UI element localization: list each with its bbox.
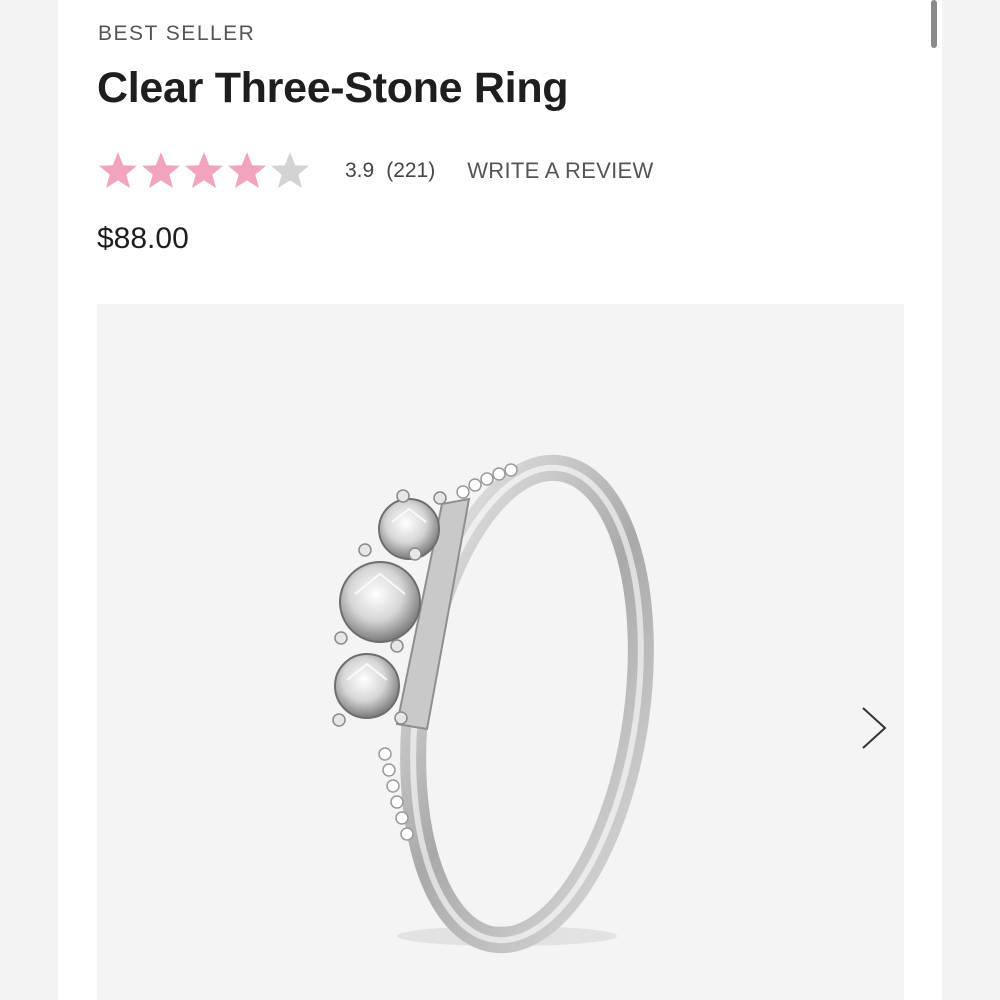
product-image	[332, 454, 654, 954]
star-filled-icon	[185, 152, 223, 188]
star-rating	[97, 150, 311, 192]
product-title: Clear Three-Stone Ring	[97, 64, 569, 112]
rating-value: 3.9	[345, 159, 375, 182]
scrollbar[interactable]	[931, 0, 937, 48]
product-price: $88.00	[97, 222, 189, 255]
star-filled-icon	[228, 152, 266, 188]
star-empty-icon	[271, 152, 309, 188]
star-filled-icon	[142, 152, 180, 188]
review-count: (221)	[386, 159, 436, 182]
chevron-right-icon[interactable]	[853, 704, 893, 752]
product-image-gallery[interactable]	[97, 304, 904, 1000]
rating-row: 3.9 (221) WRITE A REVIEW	[97, 148, 654, 194]
write-review-link[interactable]: WRITE A REVIEW	[467, 158, 653, 184]
best-seller-badge: BEST SELLER	[98, 22, 256, 45]
star-filled-icon	[99, 152, 137, 188]
